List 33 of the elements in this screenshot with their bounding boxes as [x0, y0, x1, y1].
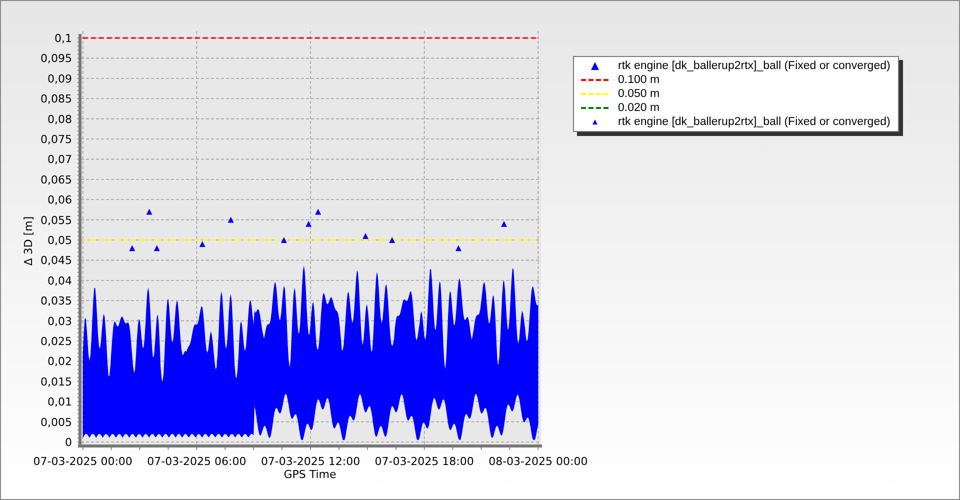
y-tick-label: 0,075 — [40, 133, 72, 146]
y-tick-label: 0,045 — [40, 254, 72, 268]
y-tick-label: 0,035 — [40, 294, 72, 308]
x-tick-label: 07-03-2025 12:00 — [260, 455, 360, 468]
legend-label: 0.050 m — [618, 88, 660, 100]
x-tick-label: 08-03-2025 00:00 — [488, 455, 588, 468]
y-tick-label: 0,07 — [48, 153, 72, 166]
y-tick-label: 0,005 — [40, 416, 72, 429]
legend-label: rtk engine [dk_ballerup2rtx]_ball (Fixed or converged) — [618, 60, 890, 72]
legend-label: rtk engine [dk_ballerup2rtx]_ball (Fixed or converged) — [618, 116, 890, 128]
legend-label: 0.100 m — [618, 74, 660, 86]
y-tick-label: 0,04 — [48, 274, 72, 288]
y-tick-label: 0,065 — [40, 173, 72, 186]
y-tick-label: 0,05 — [48, 234, 72, 247]
y-tick-label: 0,015 — [40, 375, 72, 388]
y-tick-label: 0,01 — [48, 396, 72, 409]
y-tick-label: 0,06 — [48, 194, 72, 207]
y-tick-label: 0,08 — [48, 112, 72, 126]
y-tick-label: 0,02 — [48, 355, 72, 368]
y-tick-label: 0,085 — [40, 92, 72, 106]
y-tick-label: 0,095 — [40, 52, 72, 66]
y-tick-label: 0,055 — [40, 214, 72, 227]
y-tick-label: 0,1 — [54, 32, 72, 45]
x-axis-title: GPS Time — [284, 468, 336, 481]
y-tick-label: 0,025 — [40, 335, 72, 348]
y-tick-label: 0,09 — [48, 72, 72, 86]
x-tick-label: 07-03-2025 00:00 — [33, 455, 132, 468]
y-tick-label: 0 — [65, 436, 72, 449]
x-tick-label: 07-03-2025 06:00 — [147, 455, 246, 468]
y-axis-title: Δ 3D [m] — [22, 216, 35, 266]
x-tick-label: 07-03-2025 18:00 — [374, 455, 474, 468]
y-tick-label: 0,03 — [48, 314, 72, 328]
legend-label: 0.020 m — [618, 102, 660, 114]
